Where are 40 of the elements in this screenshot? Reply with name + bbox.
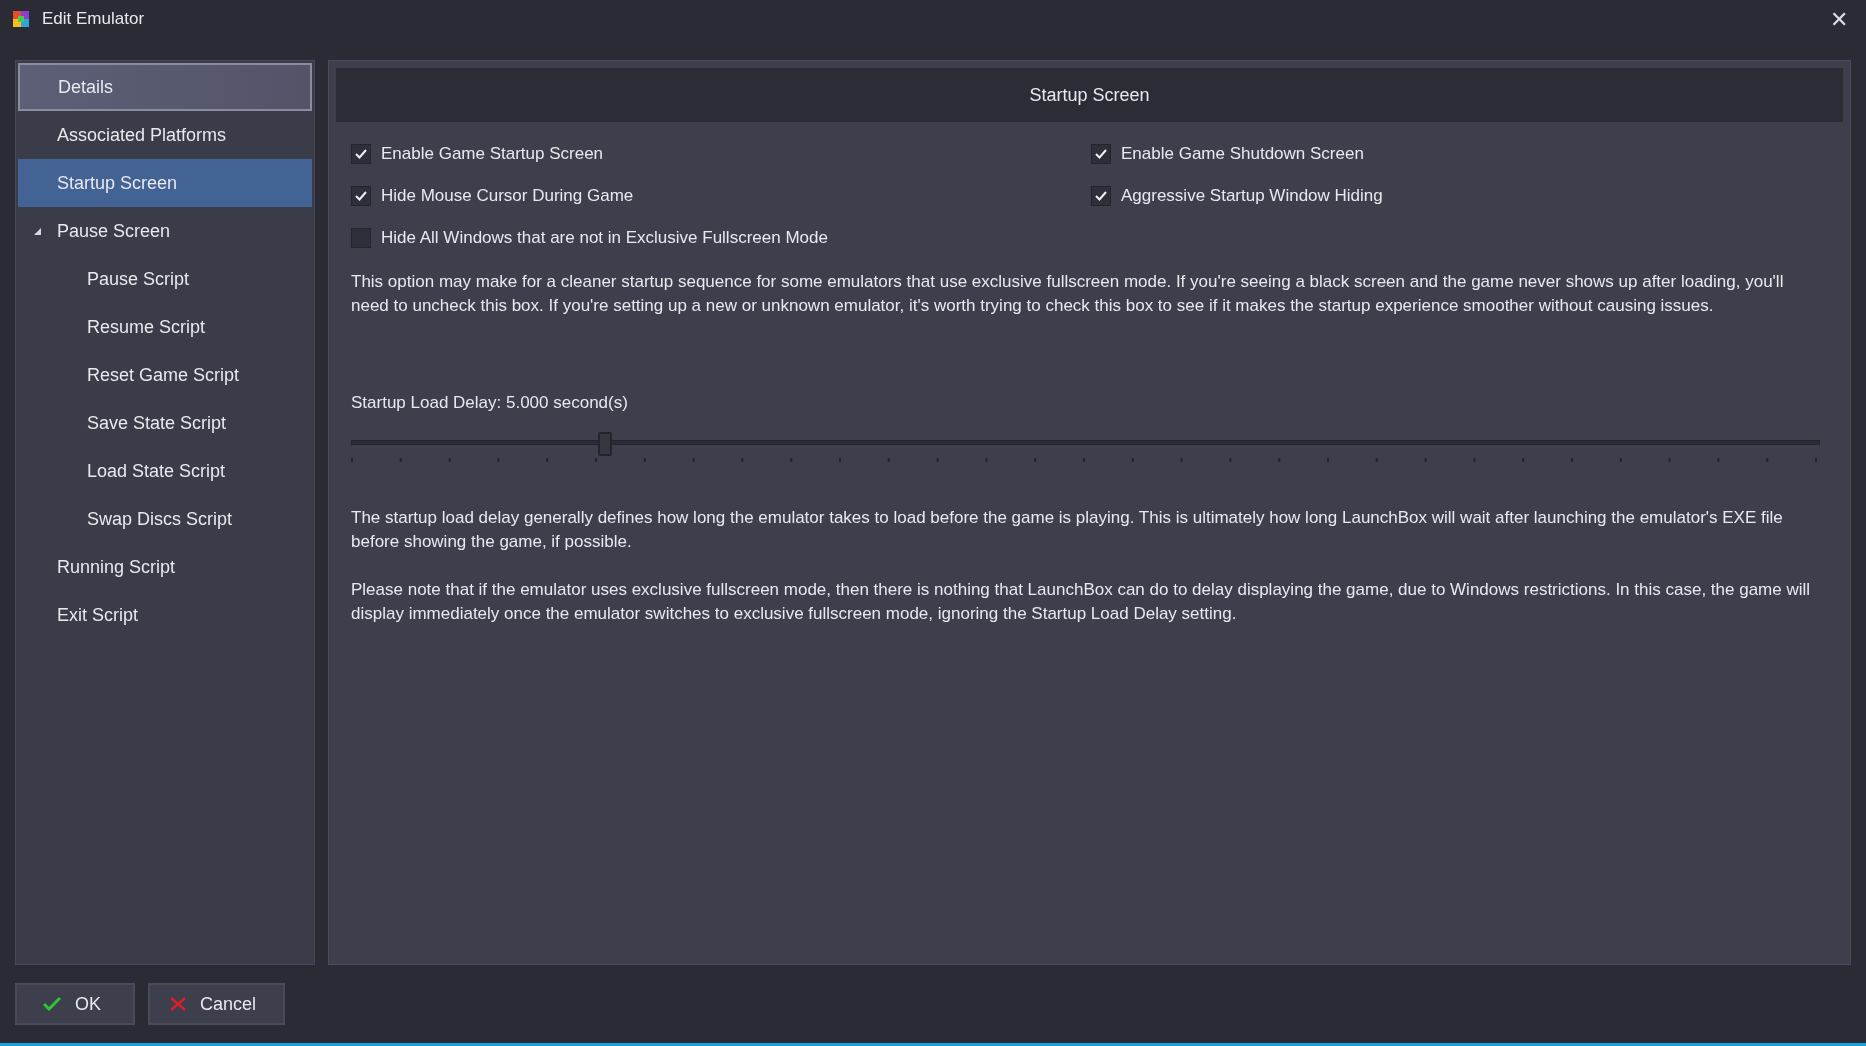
check-icon — [1095, 149, 1107, 159]
checkbox[interactable] — [351, 228, 371, 248]
slider-thumb[interactable] — [598, 431, 613, 456]
checkbox[interactable] — [351, 186, 371, 206]
tree-item[interactable]: Details — [18, 63, 312, 111]
ok-button[interactable]: OK — [15, 983, 135, 1025]
tree-item[interactable]: Running Script — [18, 543, 312, 591]
check-icon — [355, 191, 367, 201]
tree-item[interactable]: Pause Screen — [18, 207, 312, 255]
tree-item[interactable]: Reset Game Script — [18, 351, 312, 399]
checkbox-label[interactable]: Aggressive Startup Window Hiding — [1121, 183, 1383, 209]
tree-item[interactable]: Swap Discs Script — [18, 495, 312, 543]
delay-description: The startup load delay generally defines how long the emulator takes to load before the game is playing. This is ultimately how long LaunchBox will wait after launching the emulator's EXE file before showing the game, if possible. — [351, 506, 1784, 553]
delay-description: Please note that if the emulator uses exclusive fullscreen mode, then there is nothing that LaunchBox can do to delay displaying the game, due to Windows restrictions. In this case, the game will display immediately once the emulator switches to exclusive fullscreen mode, ignoring the Startup Load Delay setting. — [351, 578, 1812, 625]
tree-item[interactable]: Startup Screen — [18, 159, 312, 207]
cross-icon — [170, 997, 186, 1011]
checkbox[interactable] — [1091, 144, 1111, 164]
check-icon — [355, 149, 367, 159]
hiding-description: This option may make for a cleaner startup sequence for some emulators that use exclusive fullscreen mode. If you're seeing a black screen and the game never shows up after loading, you'll need to uncheck this box. If you're setting up a new or unknown emulator, it's worth trying to check this box to see if it makes the startup experience smoother without causing issues. — [351, 271, 1785, 317]
tree-item[interactable]: Load State Script — [18, 447, 312, 495]
tree-item[interactable]: Associated Platforms — [18, 111, 312, 159]
tree-item[interactable]: Resume Script — [18, 303, 312, 351]
checkbox-label[interactable]: Enable Game Startup Screen — [381, 141, 604, 167]
section-header: Startup Screen — [336, 68, 1843, 122]
checkmark-icon — [43, 997, 61, 1011]
window-title: Edit Emulator — [42, 8, 145, 31]
checkbox[interactable] — [1091, 186, 1111, 206]
close-button[interactable]: ✕ — [1822, 2, 1856, 36]
tree-item[interactable]: Save State Script — [18, 399, 312, 447]
check-icon — [1095, 191, 1107, 201]
checkbox[interactable] — [351, 144, 371, 164]
app-logo-icon — [10, 8, 32, 30]
expander-icon[interactable] — [34, 228, 41, 235]
cancel-button[interactable]: Cancel — [148, 983, 285, 1025]
delay-label: Startup Load Delay: 5.000 second(s) — [351, 392, 629, 414]
checkbox-label[interactable]: Hide All Windows that are not in Exclusive Fullscreen Mode — [381, 225, 828, 251]
tree-item[interactable]: Pause Script — [18, 255, 312, 303]
checkbox-label[interactable]: Hide Mouse Cursor During Game — [381, 183, 634, 209]
tree-item[interactable]: Exit Script — [18, 591, 312, 639]
checkbox-label[interactable]: Enable Game Shutdown Screen — [1121, 141, 1364, 167]
